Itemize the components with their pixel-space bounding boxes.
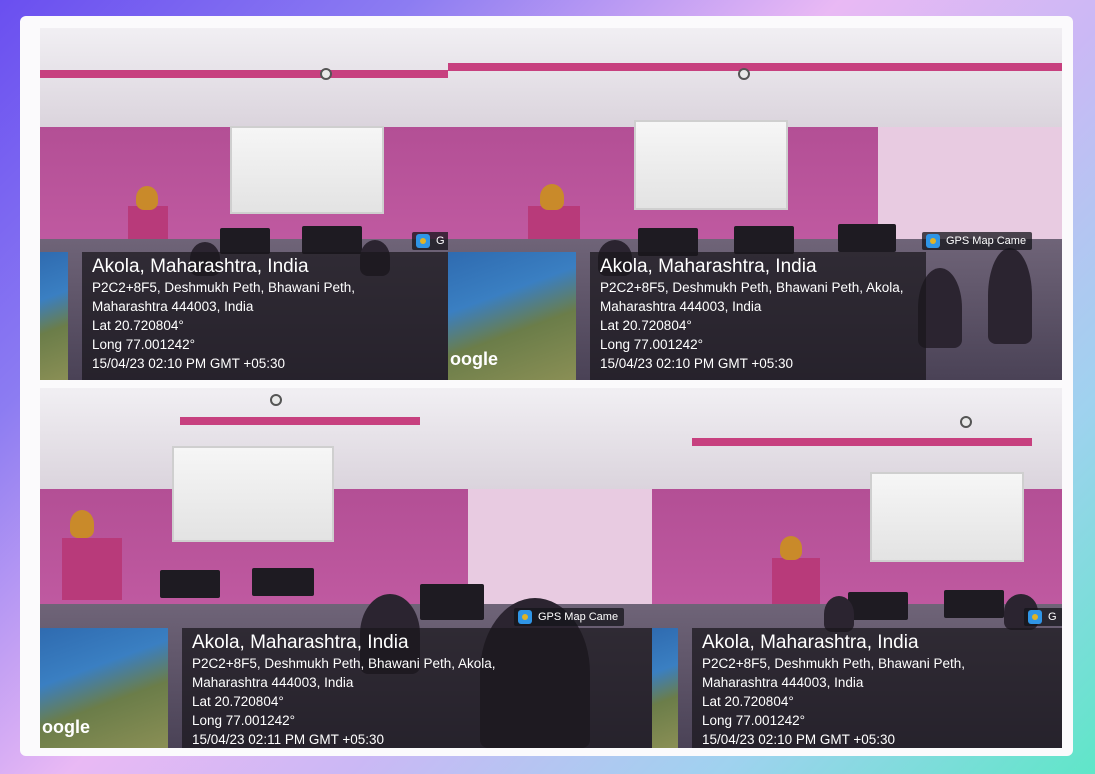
projector-screen bbox=[172, 446, 334, 542]
gps-map-camera-icon bbox=[416, 234, 430, 248]
ceiling bbox=[448, 28, 1062, 134]
map-thumbnail bbox=[40, 252, 68, 380]
address-line-2: Maharashtra 444003, India bbox=[92, 299, 254, 314]
monitor bbox=[838, 224, 896, 252]
gps-map-camera-badge: G bbox=[1024, 608, 1062, 626]
map-attribution: oogle bbox=[42, 717, 90, 737]
photo-tile-3: oogle GPS Map Came Akola, Maharashtra, I… bbox=[40, 388, 652, 748]
location-overlay: Akola, Maharashtra, India P2C2+8F5, Desh… bbox=[692, 628, 1062, 748]
ceiling-trim bbox=[40, 70, 448, 79]
map-attribution: oogle bbox=[450, 349, 498, 369]
ceiling-trim bbox=[692, 438, 1032, 447]
photo-tile-2: oogle GPS Map Came Akola, Maharashtra, I… bbox=[448, 28, 1062, 380]
projector-screen bbox=[870, 472, 1024, 562]
map-thumbnail: oogle bbox=[40, 628, 168, 748]
speaker bbox=[780, 536, 802, 560]
latitude: Lat 20.720804° bbox=[192, 694, 284, 709]
datetime: 15/04/23 02:10 PM GMT +05:30 bbox=[702, 732, 896, 747]
address-line-2: Maharashtra 444003, India bbox=[702, 675, 864, 690]
monitor bbox=[944, 590, 1004, 618]
gps-map-camera-badge: GPS Map Came bbox=[922, 232, 1033, 250]
speaker bbox=[540, 184, 564, 210]
location-title: Akola, Maharashtra, India bbox=[192, 632, 409, 653]
map-thumbnail: oogle bbox=[448, 252, 576, 380]
photo-tile-4: G Akola, Maharashtra, India P2C2+8F5, De… bbox=[652, 388, 1062, 748]
light-wall bbox=[877, 126, 1062, 247]
gradient-frame: G Akola, Maharashtra, India P2C2+8F5, De… bbox=[0, 0, 1095, 774]
ceiling-trim bbox=[180, 416, 420, 425]
badge-label: G bbox=[436, 235, 445, 247]
ceiling-trim bbox=[448, 63, 1062, 72]
student bbox=[988, 248, 1032, 344]
gps-map-camera-icon bbox=[518, 610, 532, 624]
light-wall bbox=[468, 488, 652, 612]
ceiling-fan bbox=[320, 68, 332, 80]
monitor bbox=[848, 592, 908, 620]
longitude: Long 77.001242° bbox=[92, 337, 195, 352]
location-overlay: Akola, Maharashtra, India P2C2+8F5, Desh… bbox=[182, 628, 652, 748]
address-line-1: P2C2+8F5, Deshmukh Peth, Bhawani Peth, A… bbox=[192, 656, 496, 671]
gps-map-camera-badge: GPS Map Came bbox=[514, 608, 625, 626]
latitude: Lat 20.720804° bbox=[702, 694, 794, 709]
projector-screen bbox=[634, 120, 788, 210]
address-line-2: Maharashtra 444003, India bbox=[600, 299, 762, 314]
location-overlay: Akola, Maharashtra, India P2C2+8F5, Desh… bbox=[82, 252, 448, 380]
monitor bbox=[302, 226, 362, 254]
badge-label: GPS Map Came bbox=[538, 611, 619, 623]
location-overlay: Akola, Maharashtra, India P2C2+8F5, Desh… bbox=[590, 252, 926, 380]
badge-label: GPS Map Came bbox=[946, 235, 1027, 247]
student bbox=[824, 596, 854, 632]
photo-collage-card: G Akola, Maharashtra, India P2C2+8F5, De… bbox=[20, 16, 1073, 756]
badge-label: G bbox=[1048, 611, 1057, 623]
location-title: Akola, Maharashtra, India bbox=[702, 632, 919, 653]
address-line-2: Maharashtra 444003, India bbox=[192, 675, 354, 690]
monitor bbox=[420, 584, 484, 620]
monitor bbox=[160, 570, 220, 598]
location-title: Akola, Maharashtra, India bbox=[92, 256, 309, 277]
map-thumbnail bbox=[652, 628, 678, 748]
longitude: Long 77.001242° bbox=[600, 337, 703, 352]
location-title: Akola, Maharashtra, India bbox=[600, 256, 817, 277]
ceiling bbox=[40, 388, 652, 496]
speaker bbox=[70, 510, 94, 538]
longitude: Long 77.001242° bbox=[192, 713, 295, 728]
address-line-1: P2C2+8F5, Deshmukh Peth, Bhawani Peth, A… bbox=[600, 280, 904, 295]
datetime: 15/04/23 02:10 PM GMT +05:30 bbox=[92, 356, 286, 371]
monitor bbox=[734, 226, 794, 254]
address-line-1: P2C2+8F5, Deshmukh Peth, Bhawani Peth, bbox=[702, 656, 966, 671]
ceiling-fan bbox=[270, 394, 282, 406]
gps-map-camera-badge: G bbox=[412, 232, 448, 250]
monitor bbox=[252, 568, 314, 596]
longitude: Long 77.001242° bbox=[702, 713, 805, 728]
monitor bbox=[220, 228, 270, 254]
ceiling-fan bbox=[738, 68, 750, 80]
ceiling bbox=[40, 28, 448, 134]
gps-map-camera-icon bbox=[1028, 610, 1042, 624]
ceiling-fan bbox=[960, 416, 972, 428]
address-line-1: P2C2+8F5, Deshmukh Peth, Bhawani Peth, bbox=[92, 280, 356, 295]
photo-tile-1: G Akola, Maharashtra, India P2C2+8F5, De… bbox=[40, 28, 448, 380]
datetime: 15/04/23 02:11 PM GMT +05:30 bbox=[192, 732, 384, 747]
gps-map-camera-icon bbox=[926, 234, 940, 248]
latitude: Lat 20.720804° bbox=[600, 318, 692, 333]
projector-screen bbox=[230, 126, 384, 214]
datetime: 15/04/23 02:10 PM GMT +05:30 bbox=[600, 356, 794, 371]
speaker bbox=[136, 186, 158, 210]
podium bbox=[62, 538, 122, 600]
latitude: Lat 20.720804° bbox=[92, 318, 184, 333]
